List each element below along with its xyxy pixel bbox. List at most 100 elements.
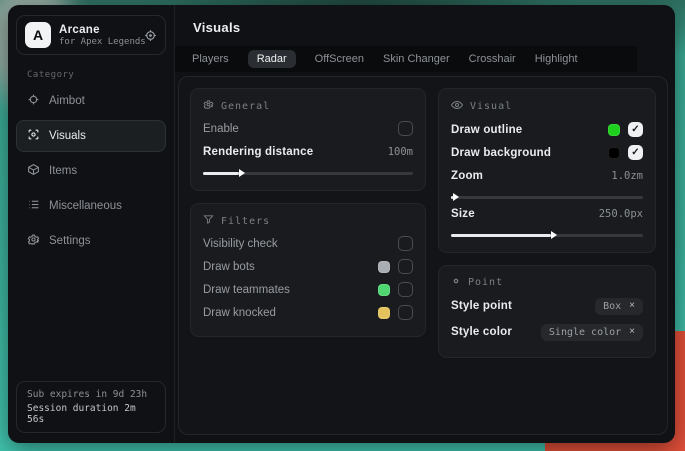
sidebar-item-aimbot[interactable]: Aimbot [16,85,166,117]
target-icon[interactable] [144,29,157,42]
zoom-slider[interactable] [451,192,643,202]
sidebar-item-visuals[interactable]: Visuals [16,120,166,152]
size-slider[interactable] [451,230,643,240]
category-label: Category [27,70,166,80]
visual-panel-header: Visual [451,99,643,114]
eye-scan-icon [27,128,40,144]
app-subtitle: for Apex Legends [59,37,136,47]
filters-panel-header: Filters [203,214,413,228]
sidebar-item-label: Items [49,165,77,177]
style-color-selected-value: Single color [549,327,621,338]
tab-crosshair[interactable]: Crosshair [469,50,516,68]
point-panel-header: Point [451,276,643,289]
brand-header: A Arcane for Apex Legends [16,15,166,55]
visuals-tabbar: Players Radar OffScreen Skin Changer Cro… [175,46,637,72]
close-icon[interactable]: × [629,301,635,311]
zoom-label: Zoom [451,170,483,182]
box-icon [27,163,40,179]
slider-track [451,196,643,199]
visual-panel-title: Visual [470,101,512,112]
sub-expiry-text: Sub expires in 9d 23h [27,389,155,400]
draw-teammates-checkbox[interactable] [398,282,413,297]
zoom-value: 1.0zm [611,170,643,182]
tab-players[interactable]: Players [192,50,229,68]
style-point-select[interactable]: Box × [595,298,643,315]
style-point-selected-value: Box [603,301,621,312]
draw-outline-row: Draw outline [451,118,643,141]
draw-outline-color-swatch[interactable] [608,124,620,136]
app-title: Arcane [59,24,136,36]
draw-knocked-label: Draw knocked [203,307,276,319]
draw-bots-checkbox[interactable] [398,259,413,274]
right-column: Visual Draw outline Draw background [438,88,656,358]
tab-offscreen[interactable]: OffScreen [315,50,364,68]
radar-settings-content: General Enable Rendering distance 100m [178,76,668,435]
visual-panel: Visual Draw outline Draw background [438,88,656,253]
left-column: General Enable Rendering distance 100m [190,88,426,337]
draw-bots-color-swatch[interactable] [378,261,390,273]
dot-icon [451,276,461,289]
draw-knocked-row: Draw knocked [203,301,413,324]
sidebar-item-label: Miscellaneous [49,200,122,212]
draw-outline-checkbox[interactable] [628,122,643,137]
sidebar-nav: Aimbot Visuals [16,85,166,257]
general-panel-title: General [221,101,270,112]
rendering-distance-label: Rendering distance [203,146,313,158]
draw-background-label: Draw background [451,147,551,159]
sidebar-item-items[interactable]: Items [16,155,166,187]
sidebar-item-label: Aimbot [49,95,85,107]
sidebar-item-settings[interactable]: Settings [16,225,166,257]
slider-fill [203,172,239,175]
sidebar: A Arcane for Apex Legends Category [8,5,175,443]
funnel-icon [203,214,214,228]
visibility-check-label: Visibility check [203,238,278,250]
size-label: Size [451,208,475,220]
draw-knocked-checkbox[interactable] [398,305,413,320]
draw-bots-label: Draw bots [203,261,255,273]
zoom-row: Zoom 1.0zm [451,164,643,187]
tab-radar[interactable]: Radar [248,50,296,68]
point-panel: Point Style point Box × Style color [438,265,656,358]
list-icon [27,198,40,214]
rendering-distance-slider[interactable] [203,168,413,178]
draw-teammates-label: Draw teammates [203,284,290,296]
style-color-row: Style color Single color × [451,319,643,345]
style-point-label: Style point [451,300,512,312]
close-icon[interactable]: × [629,327,635,337]
visibility-check-row: Visibility check [203,232,413,255]
draw-background-color-swatch[interactable] [608,147,620,159]
draw-outline-label: Draw outline [451,124,522,136]
gear-icon [203,99,214,113]
draw-background-row: Draw background [451,141,643,164]
draw-teammates-color-swatch[interactable] [378,284,390,296]
rendering-distance-row: Rendering distance 100m [203,140,413,163]
main-area: Visuals Players Radar OffScreen Skin Cha… [175,5,675,443]
eye-icon [451,99,463,114]
point-panel-title: Point [468,277,503,288]
app-window: A Arcane for Apex Legends Category [8,5,675,443]
tab-skin-changer[interactable]: Skin Changer [383,50,450,68]
desktop-wallpaper: A Arcane for Apex Legends Category [0,0,685,451]
draw-knocked-color-swatch[interactable] [378,307,390,319]
visibility-check-checkbox[interactable] [398,236,413,251]
draw-background-checkbox[interactable] [628,145,643,160]
draw-bots-row: Draw bots [203,255,413,278]
enable-row: Enable [203,117,413,140]
tab-highlight[interactable]: Highlight [535,50,578,68]
size-row: Size 250.0px [451,202,643,225]
slider-fill [451,234,551,237]
general-panel: General Enable Rendering distance 100m [190,88,426,191]
enable-checkbox[interactable] [398,121,413,136]
filters-panel-title: Filters [221,216,270,227]
gear-icon [27,233,40,249]
style-color-select[interactable]: Single color × [541,324,643,341]
sidebar-item-label: Visuals [49,130,86,142]
filters-panel: Filters Visibility check Draw bots [190,203,426,337]
session-duration-text: Session duration 2m 56s [27,403,155,425]
sidebar-item-miscellaneous[interactable]: Miscellaneous [16,190,166,222]
style-point-row: Style point Box × [451,293,643,319]
subscription-info: Sub expires in 9d 23h Session duration 2… [16,381,166,433]
slider-fill [451,196,453,199]
style-color-label: Style color [451,326,512,338]
brand-text: Arcane for Apex Legends [59,24,136,47]
